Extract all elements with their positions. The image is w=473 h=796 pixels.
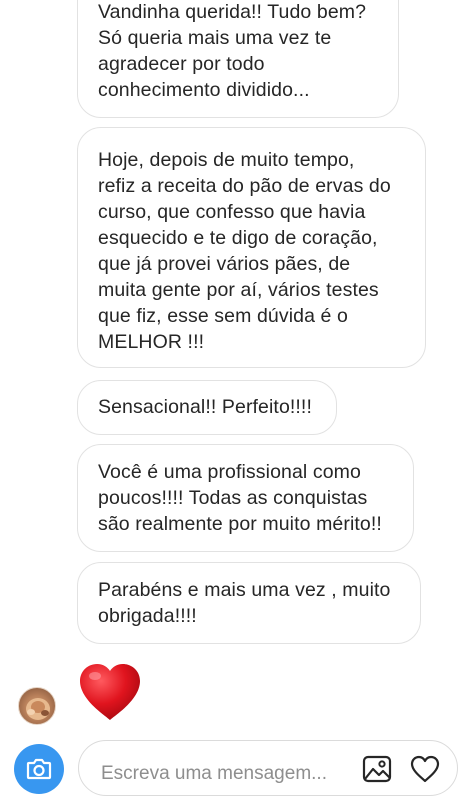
message-thread: Vandinha querida!! Tudo bem? Só queria m…	[0, 0, 473, 778]
camera-button[interactable]	[14, 744, 64, 794]
message-bubble[interactable]: Sensacional!! Perfeito!!!!	[77, 380, 337, 435]
camera-icon	[26, 758, 52, 780]
avatar-photo	[26, 698, 50, 720]
image-gallery-icon	[362, 755, 392, 783]
message-bubble[interactable]: Você é uma profissional como poucos!!!! …	[77, 444, 414, 552]
message-input[interactable]	[101, 760, 351, 788]
heart-reaction[interactable]	[78, 662, 142, 722]
heart-outline-icon	[410, 755, 440, 783]
message-bubble[interactable]: Hoje, depois de muito tempo, refiz a rec…	[77, 127, 426, 368]
message-bubble[interactable]: Vandinha querida!! Tudo bem? Só queria m…	[77, 0, 399, 118]
red-heart-icon	[80, 664, 140, 720]
gallery-button[interactable]	[362, 755, 392, 783]
message-bubble[interactable]: Parabéns e mais uma vez , muito obrigada…	[77, 562, 421, 644]
sender-avatar[interactable]	[18, 687, 56, 725]
message-composer	[78, 740, 458, 796]
like-button[interactable]	[410, 755, 440, 783]
